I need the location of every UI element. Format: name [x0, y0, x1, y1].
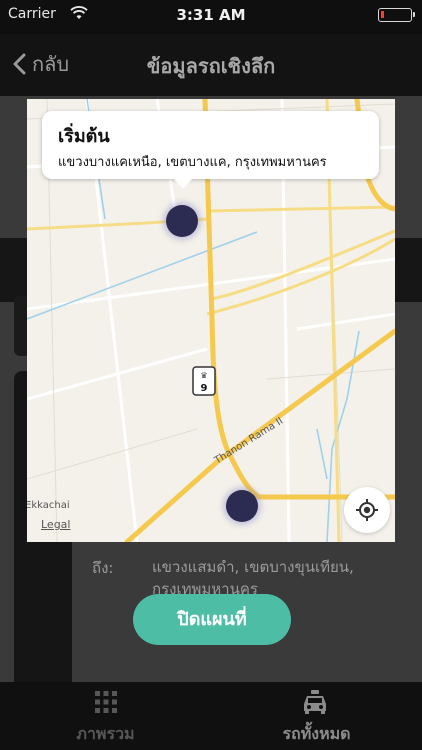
- tab-bar: ภาพรวม รถทั้งหมด: [0, 682, 422, 750]
- callout-title: เริ่มต้น: [58, 126, 110, 147]
- page-title: ข้อมูลรถเชิงลึก: [146, 54, 276, 78]
- battery-icon: [378, 8, 415, 22]
- callout-tail: [174, 179, 192, 189]
- tab-all-cars-label: รถทั้งหมด: [282, 724, 351, 743]
- place-label: Ekkachai: [27, 500, 70, 511]
- route-shield: ♛ 9: [192, 366, 216, 396]
- start-callout[interactable]: เริ่มต้น แขวงบางแคเหนือ, เขตบางแค, กรุงเ…: [42, 111, 379, 179]
- grid-icon: [95, 691, 117, 713]
- route-shield-number: 9: [201, 383, 208, 394]
- tab-overview-label: ภาพรวม: [76, 724, 135, 743]
- crosshair-icon: [356, 499, 378, 521]
- destination-label: ถึง:: [92, 559, 114, 577]
- current-location-button[interactable]: [344, 487, 390, 533]
- status-bar: Carrier 3:31 AM: [0, 0, 422, 34]
- end-location-pin[interactable]: [226, 490, 258, 522]
- callout-address: แขวงบางแคเหนือ, เขตบางแค, กรุงเทพมหานคร: [58, 155, 327, 170]
- start-location-pin[interactable]: [166, 205, 198, 237]
- tab-overview[interactable]: ภาพรวม: [0, 682, 211, 750]
- map-view[interactable]: ♛ 9 Thanon Rama II Ekkachai เริ่มต้น แขว…: [27, 99, 395, 542]
- status-time: 3:31 AM: [176, 6, 246, 24]
- close-map-button[interactable]: ปิดแผนที่: [133, 594, 291, 645]
- map-legal-link[interactable]: Legal: [41, 518, 70, 531]
- svg-text:♛: ♛: [200, 371, 207, 380]
- nav-bar: กลับ ข้อมูลรถเชิงลึก: [0, 34, 422, 96]
- taxi-icon: [304, 690, 326, 714]
